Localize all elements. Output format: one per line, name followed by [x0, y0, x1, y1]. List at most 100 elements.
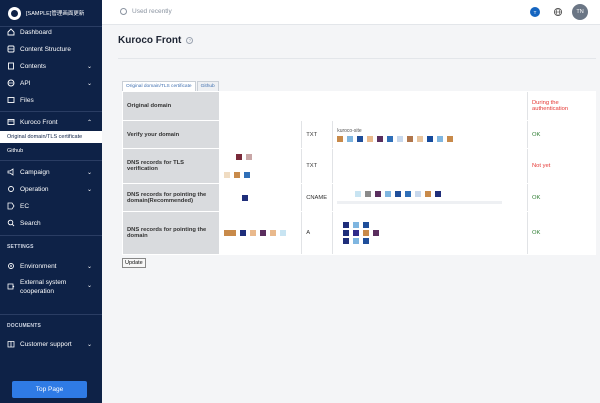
sidebar-item-label: Campaign	[20, 168, 50, 176]
row-label: DNS records for pointing the domain(Reco…	[123, 184, 219, 211]
chevron-down-icon: ⌄	[86, 169, 92, 176]
gear-icon	[7, 262, 15, 270]
record-type: TXT	[301, 121, 332, 148]
sidebar-divider	[0, 26, 102, 27]
sidebar-item-label: API	[20, 79, 31, 87]
redacted-cell	[220, 149, 301, 183]
brand-logo-icon	[8, 6, 21, 20]
sidebar-divider	[0, 111, 102, 112]
table-row: Original domain During the authenticatio…	[123, 92, 595, 120]
page-title: Kuroco Front ?	[118, 35, 194, 46]
sidebar-item-label: Files	[20, 96, 34, 104]
sidebar-item-label: Kuroco Front	[20, 118, 58, 126]
section-label-settings: SETTINGS	[7, 244, 34, 250]
sidebar: [SAMPLE]管理画面更新 Dashboard Content Structu…	[0, 0, 102, 403]
row-label: DNS records for TLS verification	[123, 149, 219, 183]
tag-icon	[7, 202, 15, 210]
record-type: A	[301, 212, 332, 254]
status-cell: Not yet	[527, 149, 595, 183]
sidebar-item-content-structure[interactable]: Content Structure	[0, 45, 102, 53]
record-type: TXT	[301, 149, 332, 183]
megaphone-icon	[7, 168, 15, 176]
globe-icon	[7, 79, 15, 87]
update-button[interactable]: Update	[122, 258, 146, 268]
domain-value-cell	[220, 92, 526, 120]
puzzle-icon	[7, 282, 15, 290]
chevron-down-icon: ⌄	[86, 63, 92, 70]
sidebar-item-contents[interactable]: Contents ⌄	[0, 62, 102, 70]
notification-badge[interactable]: T	[530, 7, 540, 17]
record-value: kuroco-site	[332, 121, 526, 148]
record-value	[332, 149, 526, 183]
sidebar-item-external-system[interactable]: External system cooperation ⌄	[0, 278, 102, 296]
top-page-button[interactable]: Top Page	[12, 381, 87, 398]
sidebar-item-kuroco-front[interactable]: Kuroco Front ⌃	[0, 118, 102, 126]
record-type: CNAME	[301, 184, 332, 211]
chevron-down-icon: ⌄	[86, 80, 92, 87]
sidebar-item-label: External system cooperation	[20, 279, 67, 295]
clock-icon	[120, 8, 127, 15]
home-icon	[7, 28, 15, 36]
sidebar-item-label: Contents	[20, 62, 47, 70]
sidebar-item-customer-support[interactable]: Customer support ⌄	[0, 340, 102, 348]
table-row: Verify your domain TXT kuroco-site OK	[123, 121, 595, 148]
blank-cell	[220, 121, 301, 148]
chevron-down-icon: ⌄	[86, 186, 92, 193]
sidebar-subitem-original-domain[interactable]: Original domain/TLS certificate	[0, 131, 102, 143]
status-cell: During the authentication	[527, 92, 595, 120]
chevron-down-icon: ⌄	[86, 263, 92, 270]
sidebar-item-label: Content Structure	[20, 45, 71, 53]
section-label-documents: DOCUMENTS	[7, 323, 42, 329]
sidebar-item-label: EC	[20, 202, 30, 210]
chevron-up-icon: ⌃	[86, 119, 92, 126]
sidebar-item-label: Dashboard	[20, 28, 52, 36]
page-title-text: Kuroco Front	[118, 35, 182, 46]
used-recently-label: Used recently	[132, 8, 172, 15]
sidebar-item-environment[interactable]: Environment ⌄	[0, 262, 102, 270]
title-divider	[118, 58, 596, 59]
sidebar-divider	[0, 314, 102, 315]
used-recently[interactable]: Used recently	[120, 8, 172, 15]
sidebar-item-api[interactable]: API ⌄	[0, 79, 102, 87]
chevron-down-icon: ⌄	[86, 341, 92, 348]
sidebar-item-search[interactable]: Search	[0, 219, 102, 227]
sidebar-item-operation[interactable]: Operation ⌄	[0, 185, 102, 193]
table-row: DNS records for TLS verification TXT Not…	[123, 149, 595, 183]
avatar[interactable]: TN	[572, 4, 588, 20]
sidebar-item-label: Customer support	[20, 340, 72, 348]
record-value-text: kuroco-site	[337, 127, 362, 134]
document-icon	[7, 62, 15, 70]
sidebar-item-files[interactable]: Files	[0, 96, 102, 104]
sidebar-divider	[0, 235, 102, 236]
search-icon	[7, 219, 15, 227]
sidebar-subitem-github[interactable]: Github	[0, 148, 102, 154]
row-label: Verify your domain	[123, 121, 219, 148]
sidebar-divider	[0, 160, 102, 161]
sidebar-item-label: Environment	[20, 262, 57, 270]
status-cell: OK	[527, 212, 595, 254]
help-icon[interactable]: ?	[186, 37, 194, 44]
database-icon	[7, 45, 15, 53]
book-icon	[7, 340, 15, 348]
record-value	[332, 212, 526, 254]
redacted-cell	[220, 212, 301, 254]
row-label: DNS records for pointing the domain	[123, 212, 219, 254]
record-value	[332, 184, 526, 211]
sidebar-item-label: Operation	[20, 185, 49, 193]
table-row: DNS records for pointing the domain A OK	[123, 212, 595, 254]
settings-icon	[7, 185, 15, 193]
sidebar-item-campaign[interactable]: Campaign ⌄	[0, 168, 102, 176]
chevron-down-icon: ⌄	[86, 283, 92, 289]
row-label: Original domain	[123, 92, 219, 120]
sidebar-item-ec[interactable]: EC	[0, 202, 102, 210]
brand[interactable]: [SAMPLE]管理画面更新	[0, 0, 102, 26]
table-row: DNS records for pointing the domain(Reco…	[123, 184, 595, 211]
status-cell: OK	[527, 184, 595, 211]
sidebar-item-dashboard[interactable]: Dashboard	[0, 28, 102, 36]
window-icon	[7, 118, 15, 126]
redacted-value	[337, 135, 522, 142]
status-cell: OK	[527, 121, 595, 148]
image-icon	[7, 96, 15, 104]
language-globe-icon[interactable]	[553, 7, 563, 17]
redacted-cell	[220, 184, 301, 211]
